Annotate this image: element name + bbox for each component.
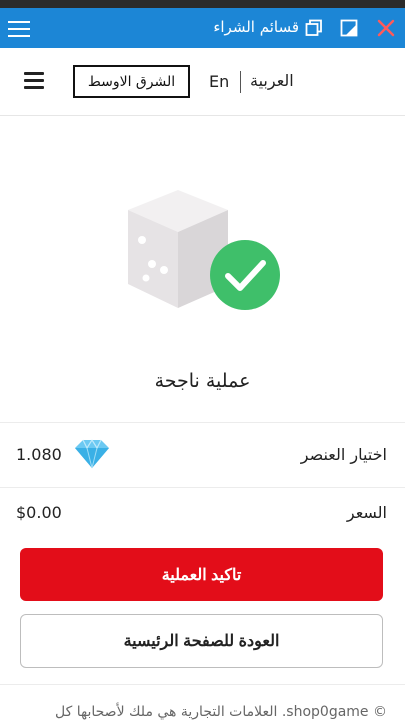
status-bar: [0, 0, 405, 8]
language-en-link[interactable]: En: [209, 72, 229, 91]
footer-copyright: © shop0game. العلامات التجارية هي ملك لأ…: [55, 704, 387, 720]
menu-icon[interactable]: [8, 16, 30, 40]
confirm-button[interactable]: تاكيد العملية: [20, 548, 383, 601]
divider: [0, 487, 405, 488]
window-titlebar: قسائم الشراء: [0, 8, 405, 48]
dice-with-check-icon: [128, 190, 280, 310]
resize-icon[interactable]: [340, 19, 358, 37]
divider: [0, 422, 405, 423]
site-header: الشرق الاوسط En العربية: [0, 48, 405, 116]
language-divider: [240, 71, 241, 93]
hamburger-menu-icon[interactable]: [24, 72, 44, 90]
window-title: قسائم الشراء: [213, 18, 299, 36]
back-to-home-button[interactable]: العودة للصفحة الرئيسية: [20, 614, 383, 668]
diamond-icon: [75, 439, 109, 469]
price-value: $0.00: [16, 503, 62, 522]
price-label: السعر: [346, 503, 387, 522]
region-selector[interactable]: الشرق الاوسط: [73, 65, 190, 98]
divider: [0, 684, 405, 685]
language-ar-link[interactable]: العربية: [250, 71, 294, 90]
item-label: اختيار العنصر: [300, 445, 387, 464]
success-message: عملية ناجحة: [154, 370, 251, 392]
item-value: 1.080: [16, 445, 62, 464]
close-icon[interactable]: [377, 19, 395, 37]
restore-icon[interactable]: [305, 19, 323, 37]
